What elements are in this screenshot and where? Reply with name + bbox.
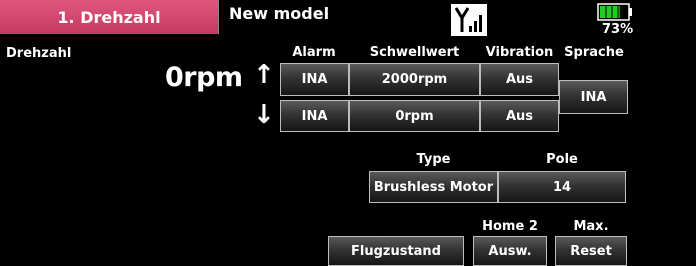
sprache-button[interactable]: INA	[559, 80, 628, 114]
battery-icon	[597, 3, 633, 21]
alarm-down-button[interactable]: INA	[280, 100, 349, 132]
alarm-header: Alarm	[292, 45, 336, 60]
pole-label: Pole	[546, 152, 578, 167]
section-label: Drehzahl	[6, 46, 72, 61]
battery-percent: 73%	[602, 22, 634, 37]
model-name: New model	[229, 4, 330, 23]
reset-button[interactable]: Reset	[555, 236, 627, 266]
down-arrow-icon: ↓	[253, 100, 275, 130]
vibration-up-button[interactable]: Aus	[480, 63, 559, 96]
pole-button[interactable]: 14	[498, 171, 626, 203]
vibration-down-button[interactable]: Aus	[480, 100, 559, 132]
sprache-header: Sprache	[564, 45, 624, 60]
schwellwert-up-button[interactable]: 2000rpm	[349, 63, 480, 96]
schwellwert-down-button[interactable]: 0rpm	[349, 100, 480, 132]
home2-label: Home 2	[482, 219, 538, 234]
ausw-button[interactable]: Ausw.	[473, 236, 547, 266]
flugzustand-button[interactable]: Flugzustand	[328, 236, 464, 266]
type-label: Type	[416, 152, 451, 167]
signal-strength-icon	[451, 4, 487, 36]
schwellwert-header: Schwellwert	[369, 45, 460, 60]
max-label: Max.	[573, 219, 609, 234]
tab-drehzahl[interactable]: 1. Drehzahl	[0, 0, 219, 34]
vibration-header: Vibration	[485, 45, 554, 60]
up-arrow-icon: ↑	[253, 60, 275, 90]
alarm-up-button[interactable]: INA	[280, 63, 349, 96]
motor-type-button[interactable]: Brushless Motor	[369, 171, 498, 203]
rpm-value: 0rpm	[165, 62, 243, 93]
